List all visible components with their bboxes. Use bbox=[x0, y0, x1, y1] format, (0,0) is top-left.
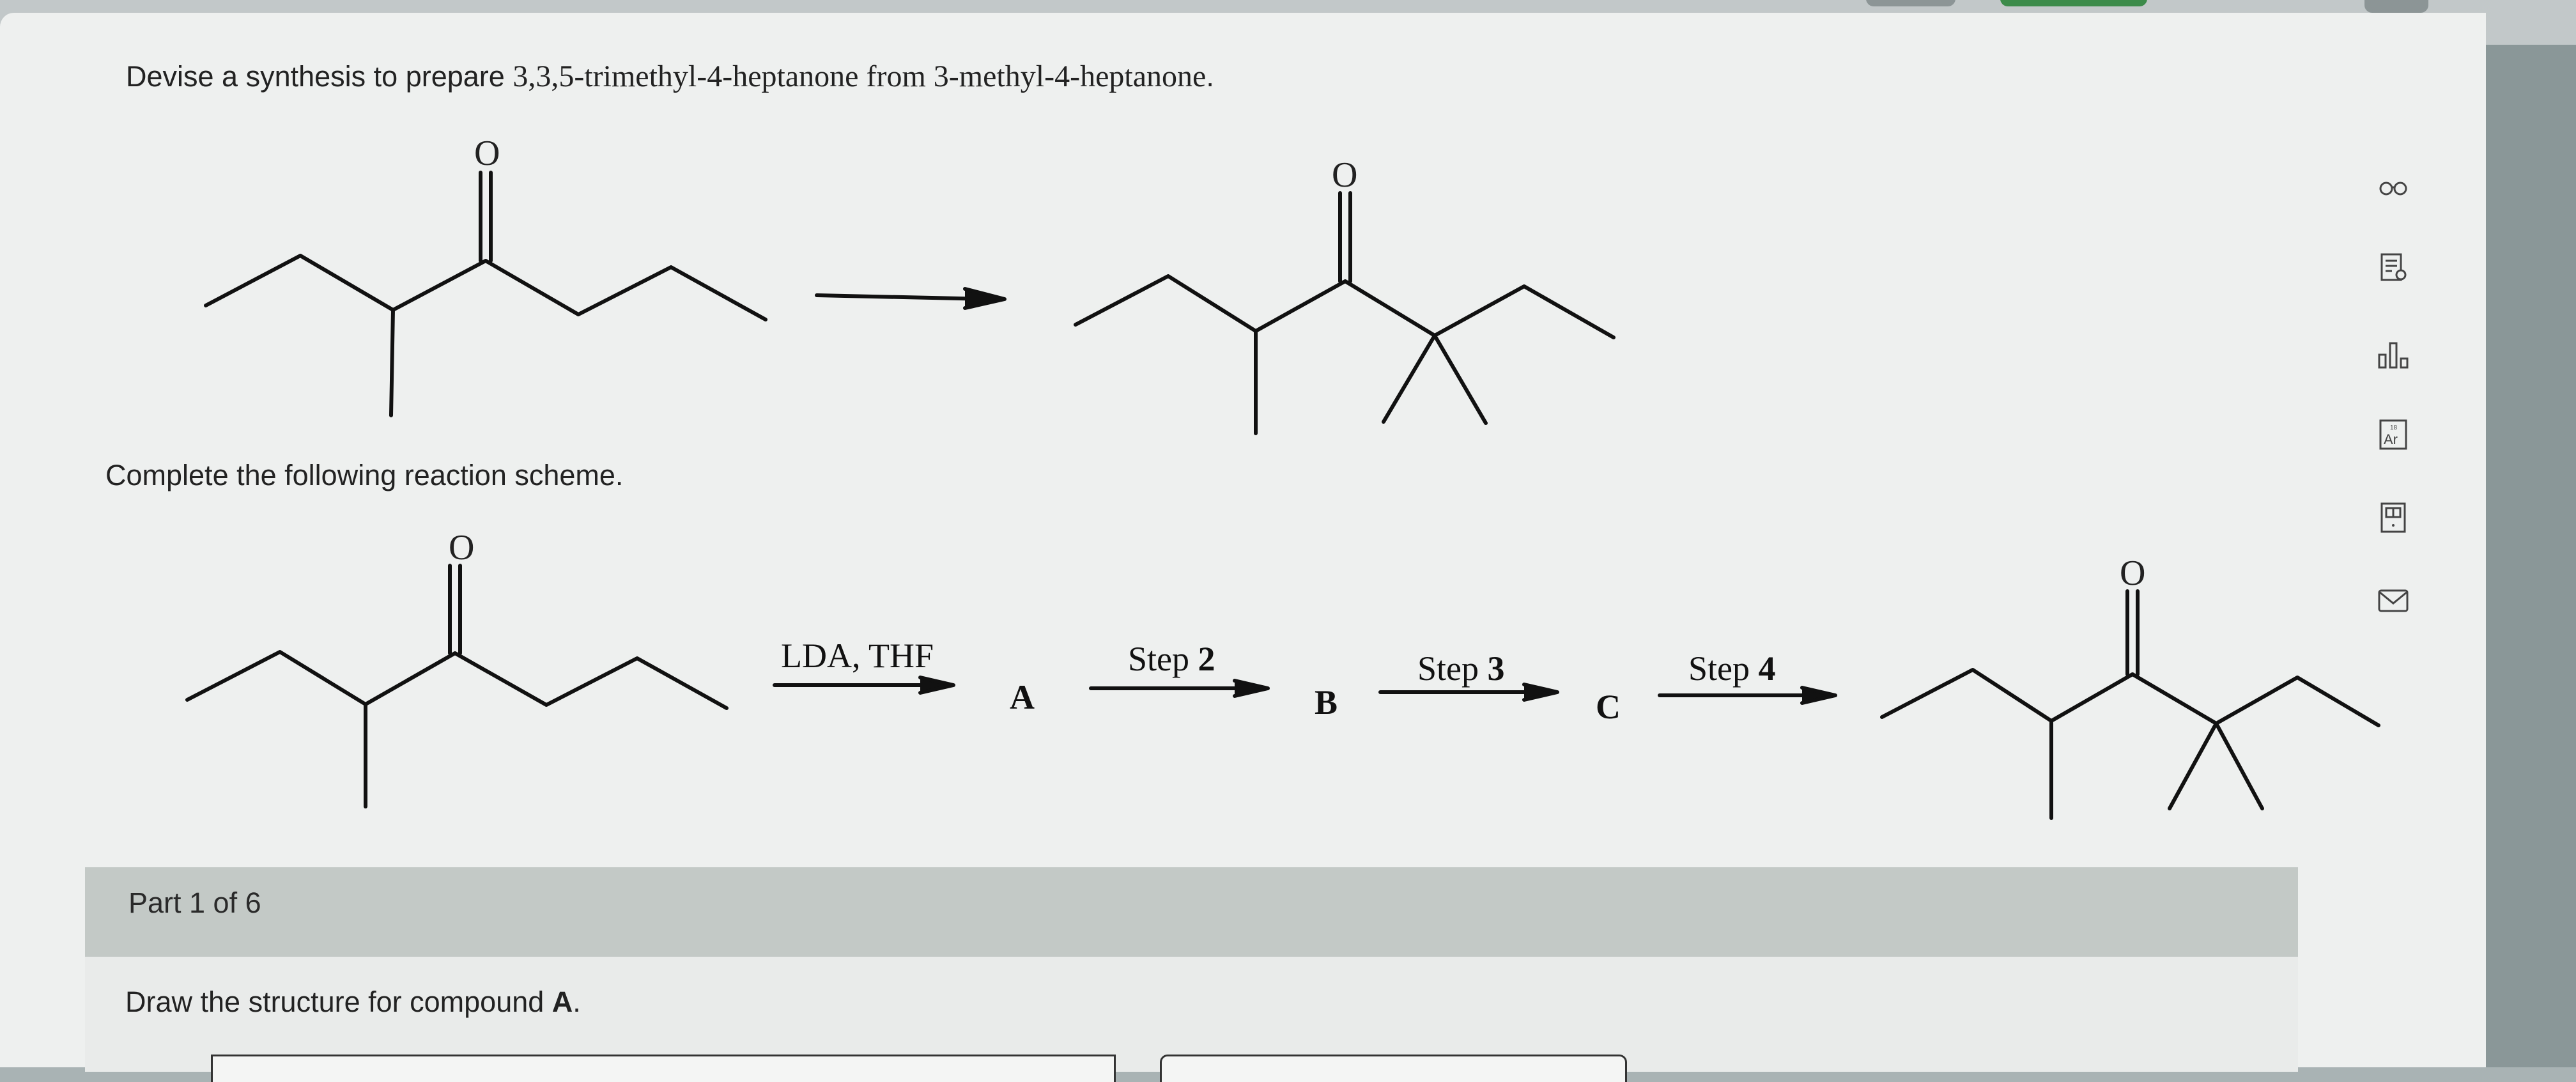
target-gem-methyl-2 bbox=[1433, 334, 1488, 425]
start-chain bbox=[204, 254, 767, 321]
scheme-start-oxygen-label: O bbox=[449, 528, 474, 568]
target-oxygen-label: O bbox=[1332, 155, 1357, 195]
step3-number: 3 bbox=[1487, 649, 1505, 688]
target-gem-methyl-1 bbox=[1382, 334, 1437, 424]
step4-word: Step bbox=[1688, 649, 1750, 688]
part-header: Part 1 of 6 bbox=[85, 867, 2298, 957]
part-prompt-prefix: Draw the structure for compound bbox=[125, 985, 552, 1018]
periodic-symbol: Ar bbox=[2384, 431, 2398, 447]
scheme-start-chain bbox=[185, 650, 729, 710]
arrow-step1-head bbox=[918, 676, 955, 695]
part-prompt: Draw the structure for compound A. bbox=[125, 985, 581, 1019]
calculator-icon[interactable] bbox=[2364, 489, 2422, 546]
part-label: Part 1 of 6 bbox=[128, 886, 261, 919]
periodic-number: 18 bbox=[2390, 424, 2398, 431]
secondary-panel[interactable] bbox=[1160, 1055, 1627, 1082]
scheme-product-chain bbox=[1880, 668, 2380, 727]
step2-word: Step bbox=[1128, 640, 1190, 678]
top-arrow-head bbox=[963, 287, 1006, 310]
step3-label: Step 3 bbox=[1417, 649, 1505, 688]
periodic-table-icon[interactable]: 18 Ar bbox=[2364, 406, 2422, 463]
arrow-step2-head bbox=[1233, 679, 1270, 698]
target-chain bbox=[1074, 274, 1616, 339]
step4-label: Step 4 bbox=[1688, 649, 1776, 688]
step2-number: 2 bbox=[1198, 640, 1215, 678]
step4-number: 4 bbox=[1758, 649, 1776, 688]
bar-chart-icon[interactable] bbox=[2364, 326, 2422, 383]
glasses-icon[interactable] bbox=[2364, 160, 2422, 217]
compound-c-label: C bbox=[1596, 688, 1621, 726]
part-prompt-suffix: . bbox=[573, 985, 581, 1018]
arrow-step4-head bbox=[1800, 686, 1837, 705]
mail-icon[interactable] bbox=[2364, 572, 2422, 630]
arrow-step3-head bbox=[1522, 683, 1559, 702]
scheme-product-gem-methyl-2 bbox=[2214, 722, 2264, 810]
drawing-area[interactable] bbox=[211, 1055, 1116, 1082]
step3-word: Step bbox=[1417, 649, 1479, 688]
instruction-text: Complete the following reaction scheme. bbox=[105, 459, 624, 491]
step1-reagent: LDA, THF bbox=[781, 637, 934, 675]
scheme-product-oxygen-label: O bbox=[2120, 553, 2145, 593]
step2-label: Step 2 bbox=[1128, 639, 1215, 679]
compound-a-label: A bbox=[1010, 678, 1035, 716]
start-methyl bbox=[389, 308, 395, 417]
compound-b-label: B bbox=[1315, 683, 1338, 722]
top-reaction-arrow bbox=[815, 293, 989, 301]
scheme-product-gem-methyl-1 bbox=[2168, 722, 2218, 810]
document-search-icon[interactable] bbox=[2364, 240, 2422, 297]
start-oxygen-label: O bbox=[474, 134, 500, 173]
part-prompt-compound: A bbox=[551, 985, 573, 1018]
